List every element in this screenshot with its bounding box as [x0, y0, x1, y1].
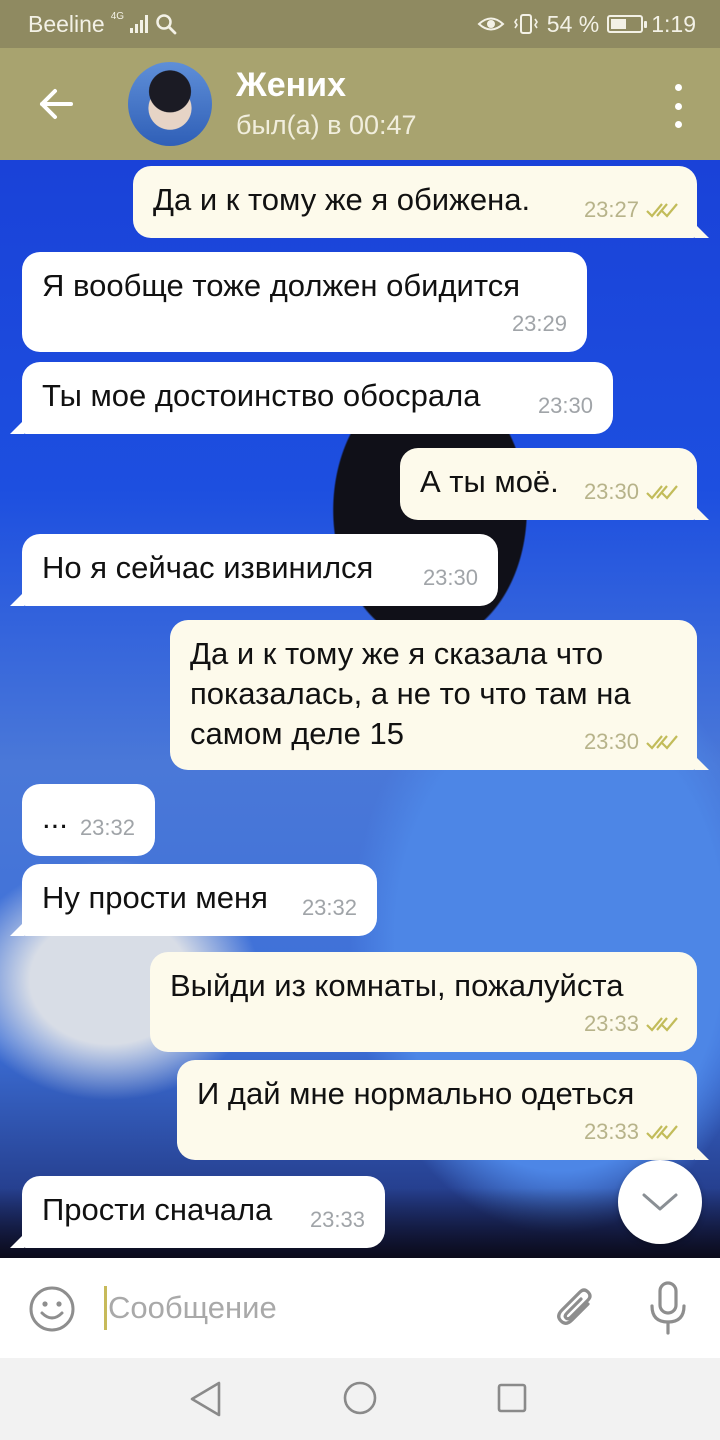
- smile-icon[interactable]: [28, 1285, 76, 1333]
- chat-header: Жених был(а) в 00:47: [0, 48, 720, 160]
- eye-icon: [477, 17, 505, 31]
- message-meta: 23:32: [80, 808, 135, 848]
- message-meta: 23:33: [310, 1200, 365, 1240]
- message-time: 23:30: [583, 479, 639, 504]
- message-text: И дай мне нормально одеться: [197, 1076, 635, 1111]
- search-icon: [156, 14, 177, 35]
- double-check-icon: [646, 1017, 678, 1032]
- nav-home-icon[interactable]: [342, 1380, 378, 1416]
- battery-level: [611, 19, 627, 29]
- message-time: 23:33: [583, 1011, 639, 1036]
- network-type: 4G: [110, 10, 125, 22]
- vibrate-icon: [513, 14, 538, 34]
- message-time: 23:30: [422, 565, 478, 590]
- message-time: 23:33: [583, 1119, 639, 1144]
- battery-icon: [607, 15, 648, 33]
- double-check-icon: [646, 203, 678, 218]
- message-time: 23:33: [309, 1207, 365, 1232]
- message-input[interactable]: [108, 1280, 528, 1336]
- message-time: 23:30: [583, 729, 639, 754]
- message-text: Выйди из комнаты, пожалуйста: [170, 968, 624, 1003]
- message-meta: 23:27: [584, 190, 679, 230]
- message-bubble-outgoing[interactable]: Выйди из комнаты, пожалуйста 23:33: [150, 952, 697, 1052]
- message-bubble-incoming[interactable]: Я вообще тоже должен обидится 23:29: [22, 252, 587, 352]
- avatar[interactable]: [128, 62, 212, 146]
- contact-last-seen: был(а) в 00:47: [236, 110, 417, 140]
- microphone-icon[interactable]: [644, 1280, 692, 1336]
- system-nav-bar: [0, 1358, 720, 1440]
- double-check-icon: [646, 485, 678, 500]
- nav-back-icon[interactable]: [188, 1380, 224, 1418]
- message-bubble-incoming[interactable]: Прости сначала 23:33: [10, 1176, 385, 1248]
- contact-name[interactable]: Жених: [236, 66, 346, 105]
- message-meta: 23:33: [584, 1004, 679, 1044]
- double-check-icon: [646, 1125, 678, 1140]
- status-right: 54 % 1:19: [477, 0, 696, 48]
- message-bubble-incoming[interactable]: Ну прости меня 23:32: [10, 864, 377, 936]
- message-bubble-outgoing[interactable]: И дай мне нормально одеться 23:33: [177, 1060, 709, 1160]
- more-vertical-icon: [674, 84, 682, 91]
- message-text: Но я сейчас извинился: [42, 550, 374, 585]
- double-check-icon: [646, 735, 678, 750]
- message-time: 23:32: [79, 815, 135, 840]
- scroll-to-bottom-button[interactable]: [618, 1160, 702, 1244]
- chevron-down-icon: [642, 1193, 678, 1211]
- message-meta: 23:29: [512, 304, 567, 344]
- message-composer: [0, 1258, 720, 1358]
- message-bubble-incoming[interactable]: ... 23:32: [22, 784, 155, 856]
- status-left: Beeline 4G: [28, 0, 178, 48]
- message-time: 23:27: [583, 197, 639, 222]
- arrow-left-icon: [40, 89, 73, 119]
- message-meta: 23:30: [584, 472, 679, 512]
- message-meta: 23:33: [584, 1112, 679, 1152]
- message-text: Я вообще тоже должен обидится: [42, 268, 521, 303]
- nav-recent-apps-icon[interactable]: [496, 1382, 528, 1414]
- back-button[interactable]: [28, 76, 84, 132]
- message-time: 23:30: [537, 393, 593, 418]
- text-cursor: [104, 1286, 107, 1330]
- battery-percent: 54 %: [546, 10, 600, 37]
- message-bubble-incoming[interactable]: Ты мое достоинство обосрала 23:30: [10, 362, 613, 434]
- message-bubble-outgoing[interactable]: Да и к тому же я сказала что показалась,…: [170, 620, 709, 770]
- message-time: 23:32: [301, 895, 357, 920]
- message-meta: 23:30: [538, 386, 593, 426]
- message-bubble-outgoing[interactable]: Да и к тому же я обижена. 23:27: [133, 166, 709, 238]
- carrier-name: Beeline: [28, 10, 105, 37]
- message-time: 23:29: [511, 311, 567, 336]
- message-bubble-outgoing[interactable]: А ты моё. 23:30: [400, 448, 709, 520]
- message-meta: 23:30: [584, 722, 679, 762]
- message-text: Ты мое достоинство обосрала: [42, 378, 481, 413]
- clock: 1:19: [651, 10, 696, 37]
- paperclip-icon[interactable]: [552, 1282, 600, 1334]
- signal-icon: [130, 15, 149, 33]
- message-bubble-incoming[interactable]: Но я сейчас извинился 23:30: [10, 534, 498, 606]
- status-bar: Beeline 4G 54 % 1:19: [0, 0, 720, 48]
- more-menu-button[interactable]: [666, 84, 690, 128]
- message-meta: 23:32: [302, 888, 357, 928]
- message-meta: 23:30: [423, 558, 478, 598]
- chat-messages[interactable]: Да и к тому же я обижена. 23:27 Я вообще…: [0, 160, 720, 1258]
